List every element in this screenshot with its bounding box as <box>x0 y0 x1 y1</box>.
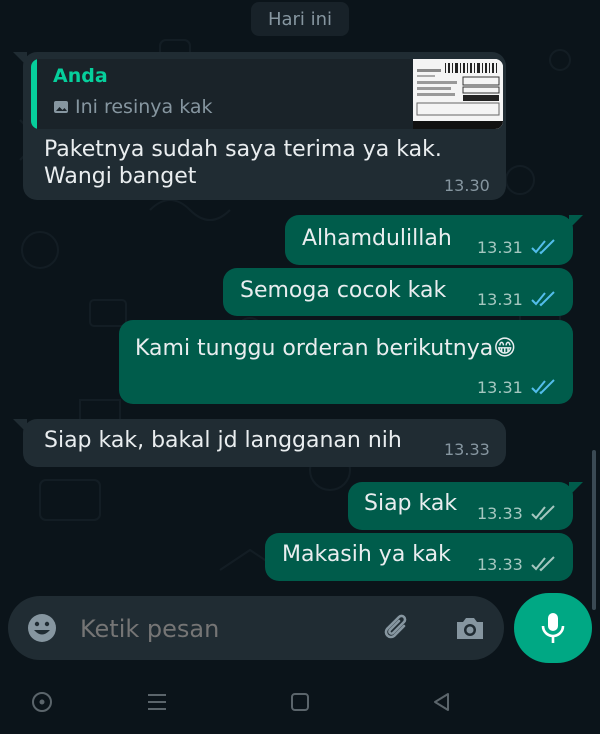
nav-recents-icon[interactable] <box>145 690 169 714</box>
bubble-tail <box>569 215 583 229</box>
message-time: 13.33 <box>444 440 490 459</box>
image-icon <box>54 101 68 113</box>
voice-record-button[interactable] <box>514 593 592 663</box>
outgoing-message[interactable]: Alhamdulillah 13.31 <box>285 215 583 265</box>
message-text: Makasih ya kak <box>282 542 451 567</box>
quoted-message[interactable]: Anda Ini resinya kak <box>31 59 503 129</box>
date-separator-label: Hari ini <box>267 8 333 30</box>
nav-home-icon[interactable] <box>288 690 312 714</box>
message-time: 13.31 <box>477 378 523 397</box>
bubble-tail <box>13 52 27 66</box>
shipping-label-thumbnail[interactable] <box>413 59 503 129</box>
system-navigation-bar <box>0 668 600 734</box>
message-text: Kami tunggu orderan berikutnya😁 <box>135 336 517 361</box>
shipping-label-image <box>413 59 503 129</box>
quote-sender-name: Anda <box>53 65 108 87</box>
bubble-tail <box>13 419 27 433</box>
message-time: 13.33 <box>477 555 523 574</box>
incoming-message[interactable]: Siap kak, bakal jd langganan nih 13.33 <box>13 419 506 467</box>
message-text-line: Wangi banget <box>44 164 197 189</box>
message-time: 13.30 <box>444 176 490 195</box>
quote-preview-text: Ini resinya kak <box>75 96 213 118</box>
outgoing-message[interactable]: Makasih ya kak 13.33 <box>265 533 573 581</box>
scrollbar[interactable] <box>592 450 596 610</box>
message-time: 13.33 <box>477 504 523 523</box>
camera-icon[interactable] <box>452 610 488 646</box>
message-text: Alhamdulillah <box>302 226 452 251</box>
message-text: Semoga cocok kak <box>240 278 447 303</box>
nav-accessibility-icon[interactable] <box>30 690 54 714</box>
mic-icon <box>541 613 565 643</box>
outgoing-message[interactable]: Siap kak 13.33 <box>348 482 583 530</box>
message-text: Siap kak <box>364 491 458 516</box>
chat-area: Hari ini Anda Ini resinya kak Paketnya s… <box>0 0 600 668</box>
date-separator: Hari ini <box>251 2 349 36</box>
read-ticks-icon <box>531 291 555 307</box>
read-ticks-icon <box>531 379 555 395</box>
quote-accent-bar <box>31 59 37 129</box>
delivered-ticks-icon <box>531 505 555 521</box>
message-composer[interactable] <box>8 596 504 660</box>
outgoing-message[interactable]: Kami tunggu orderan berikutnya😁 13.31 <box>119 320 573 404</box>
read-ticks-icon <box>531 239 555 255</box>
incoming-message[interactable]: Anda Ini resinya kak Paketnya sudah saya… <box>13 52 506 200</box>
message-text: Siap kak, bakal jd langganan nih <box>44 428 402 453</box>
message-time: 13.31 <box>477 290 523 309</box>
emoji-icon[interactable] <box>26 612 58 644</box>
message-time: 13.31 <box>477 238 523 257</box>
quote-preview: Ini resinya kak <box>53 96 213 118</box>
message-input[interactable] <box>78 608 362 650</box>
delivered-ticks-icon <box>531 556 555 572</box>
bubble-tail <box>569 482 583 496</box>
attach-icon[interactable] <box>378 610 414 646</box>
outgoing-message[interactable]: Semoga cocok kak 13.31 <box>223 268 573 316</box>
nav-back-icon[interactable] <box>430 690 454 714</box>
